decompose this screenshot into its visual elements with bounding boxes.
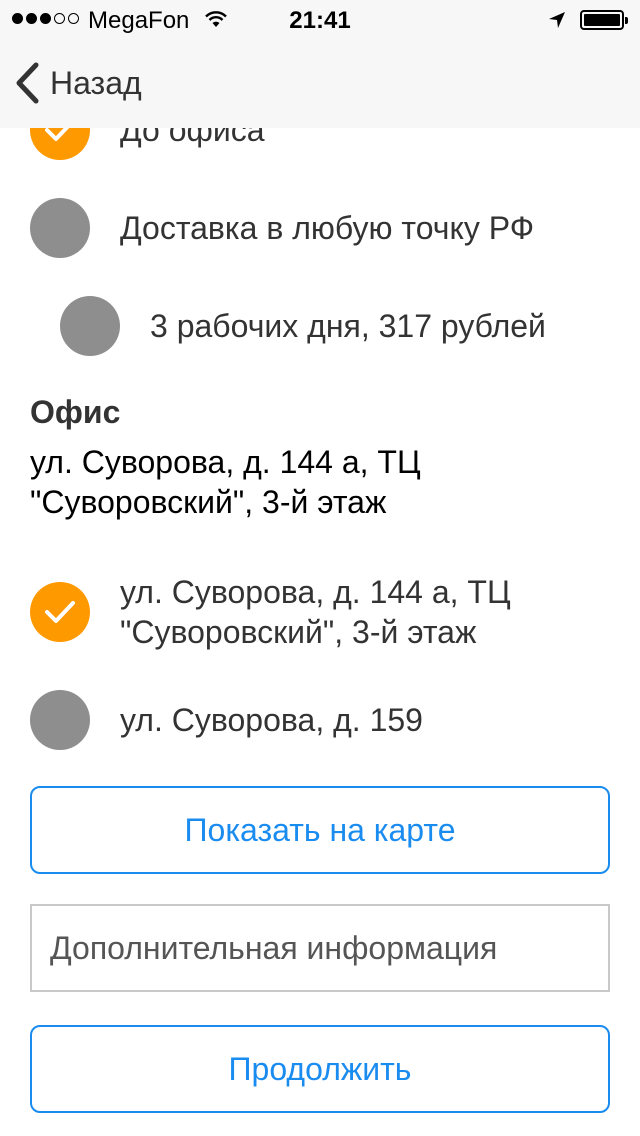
radio-unchecked-icon[interactable] <box>30 198 90 258</box>
option-office-suvorova-159[interactable]: ул. Суворова, д. 159 <box>30 690 423 750</box>
radio-unchecked-icon[interactable] <box>30 690 90 750</box>
office-selected-address: ул. Суворова, д. 144 а, ТЦ "Суворовский"… <box>30 444 421 520</box>
option-3-days[interactable]: 3 рабочих дня, 317 рублей <box>60 296 546 356</box>
back-button[interactable]: Назад <box>14 62 142 104</box>
content-area: До офиса Доставка в любую точку РФ 3 раб… <box>0 0 640 1136</box>
continue-button[interactable]: Продолжить <box>30 1025 610 1113</box>
option-label: ул. Суворова, д. 159 <box>120 702 423 738</box>
screen: До офиса Доставка в любую точку РФ 3 раб… <box>0 0 640 1136</box>
back-label: Назад <box>50 64 142 101</box>
option-label: Доставка в любую точку РФ <box>120 210 535 246</box>
navigation-bar: Назад <box>0 40 640 128</box>
option-office-suvorova-144a[interactable]: ул. Суворова, д. 144 а, ТЦ "Суворовский"… <box>30 572 560 652</box>
office-section-title: Офис <box>30 394 121 430</box>
status-bar: MegaFon 21:41 <box>0 0 640 40</box>
additional-info-field[interactable]: Дополнительная информация <box>30 904 610 992</box>
chevron-left-icon <box>16 62 39 104</box>
location-arrow-icon <box>549 12 565 28</box>
top-bar: MegaFon 21:41 Назад <box>0 0 640 128</box>
checkmark-icon <box>45 601 75 623</box>
radio-checked-icon[interactable] <box>30 582 90 642</box>
option-label: 3 рабочих дня, 317 рублей <box>150 308 546 344</box>
option-delivery-rf[interactable]: Доставка в любую точку РФ <box>30 198 534 258</box>
radio-unchecked-icon[interactable] <box>60 296 120 356</box>
battery-icon <box>580 10 628 30</box>
show-on-map-button[interactable]: Показать на карте <box>30 786 610 874</box>
status-time: 21:41 <box>289 7 351 34</box>
option-label: ул. Суворова, д. 144 а, ТЦ "Суворовский"… <box>120 574 511 650</box>
